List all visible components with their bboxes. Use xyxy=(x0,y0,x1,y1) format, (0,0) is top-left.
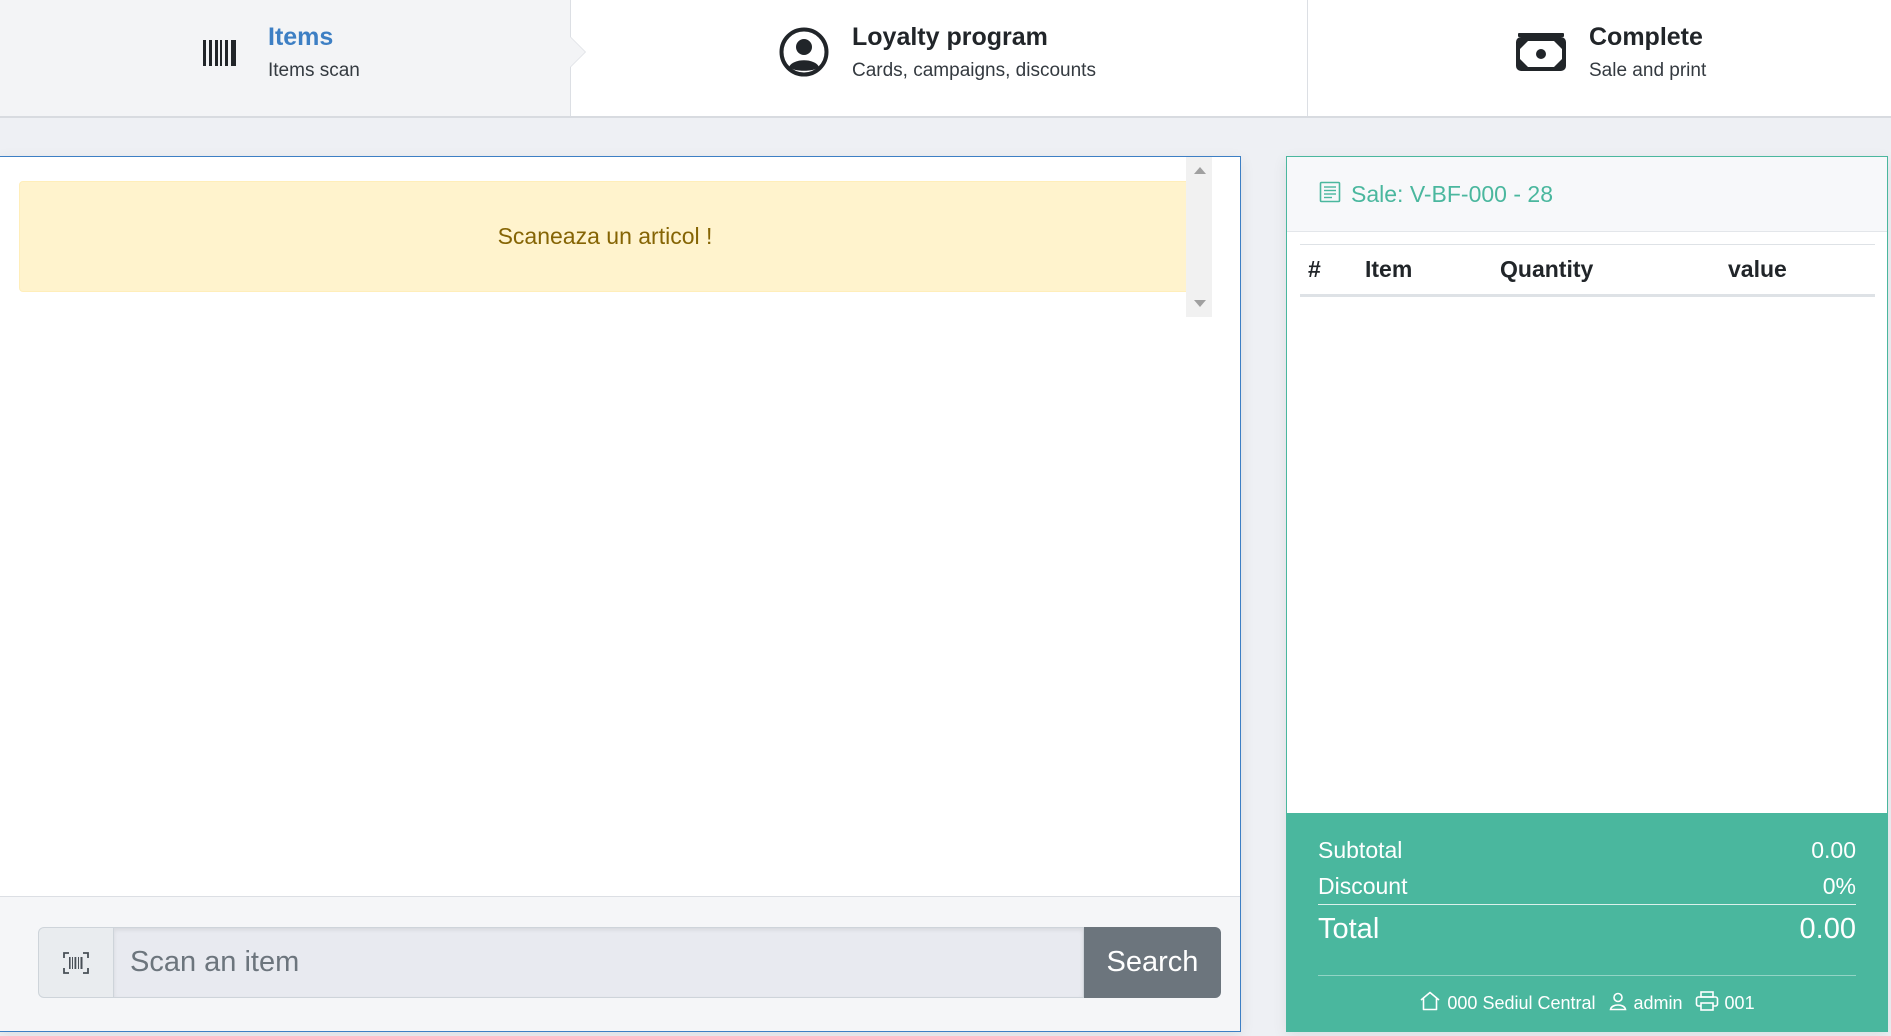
column-header-number: # xyxy=(1308,256,1321,282)
discount-row: Discount 0% xyxy=(1318,873,1856,905)
sale-totals: Subtotal 0.00 Discount 0% Total 0.00 000… xyxy=(1287,813,1887,1031)
step-loyalty[interactable]: Loyalty program Cards, campaigns, discou… xyxy=(571,0,1308,116)
sale-title: Sale: V-BF-000 - 28 xyxy=(1351,180,1553,207)
store-name: 000 Sediul Central xyxy=(1447,993,1596,1013)
scan-input-group: Search xyxy=(38,927,1221,998)
user-name: admin xyxy=(1633,993,1683,1013)
step-title: Items xyxy=(268,23,334,51)
step-title: Complete xyxy=(1589,23,1703,51)
sale-items-table: # Item Quantity value xyxy=(1300,244,1875,297)
store-info: 000 Sediul Central xyxy=(1419,991,1596,1016)
checkout-steps: Items Items scan Loyalty program Cards, … xyxy=(0,0,1891,118)
scroll-up-icon[interactable] xyxy=(1194,167,1206,174)
scan-panel: Scaneaza un articol ! Search xyxy=(0,156,1241,1032)
subtotal-label: Subtotal xyxy=(1318,837,1403,863)
register-info: 001 xyxy=(1695,991,1755,1016)
user-circle-icon xyxy=(779,27,829,82)
scrollbar[interactable] xyxy=(1186,157,1212,317)
discount-value: 0% xyxy=(1822,873,1856,899)
step-complete[interactable]: Complete Sale and print xyxy=(1308,0,1891,116)
step-subtitle: Cards, campaigns, discounts xyxy=(852,60,1096,81)
scan-alert: Scaneaza un articol ! xyxy=(19,181,1191,292)
scan-item-input[interactable] xyxy=(114,927,1084,998)
barcode-icon xyxy=(203,40,237,71)
receipt-icon xyxy=(1319,181,1341,208)
step-subtitle: Sale and print xyxy=(1589,60,1707,81)
column-header-quantity: Quantity xyxy=(1500,256,1594,282)
total-value: 0.00 xyxy=(1799,913,1856,945)
home-icon xyxy=(1419,991,1441,1016)
table-header: # Item Quantity value xyxy=(1300,245,1875,297)
sale-meta: 000 Sediul Central admin 001 xyxy=(1318,975,1856,1031)
total-label: Total xyxy=(1318,913,1380,945)
discount-label: Discount xyxy=(1318,873,1408,899)
search-button[interactable]: Search xyxy=(1084,927,1221,998)
user-info: admin xyxy=(1608,991,1683,1016)
user-icon xyxy=(1608,991,1628,1016)
cash-icon xyxy=(1516,33,1566,76)
subtotal-value: 0.00 xyxy=(1811,837,1856,863)
scan-footer: Search xyxy=(0,896,1240,1031)
subtotal-row: Subtotal 0.00 xyxy=(1318,837,1856,864)
register-number: 001 xyxy=(1724,993,1755,1013)
sale-header: Sale: V-BF-000 - 28 xyxy=(1287,157,1887,232)
total-row: Total 0.00 xyxy=(1318,913,1856,946)
column-header-item: Item xyxy=(1365,256,1413,282)
sale-panel: Sale: V-BF-000 - 28 # Item Quantity valu… xyxy=(1286,156,1888,1032)
barcode-scan-icon[interactable] xyxy=(38,927,114,998)
printer-icon xyxy=(1695,991,1719,1016)
step-title: Loyalty program xyxy=(852,23,1048,51)
step-subtitle: Items scan xyxy=(268,60,360,81)
scan-results: Scaneaza un articol ! xyxy=(0,157,1212,317)
scroll-down-icon[interactable] xyxy=(1194,300,1206,307)
column-header-value: value xyxy=(1728,256,1787,282)
step-items[interactable]: Items Items scan xyxy=(0,0,586,116)
